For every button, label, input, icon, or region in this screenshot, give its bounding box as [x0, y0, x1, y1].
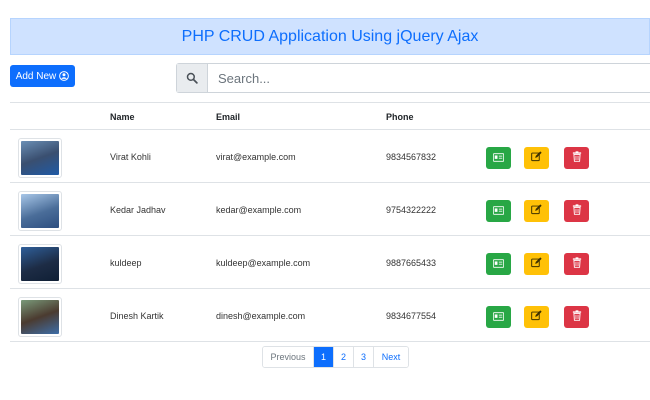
edit-button[interactable] [524, 147, 549, 169]
id-card-icon [492, 149, 505, 167]
add-new-label: Add New [15, 70, 57, 82]
search-group [176, 63, 650, 93]
view-button[interactable] [486, 147, 511, 169]
add-new-button[interactable]: Add New [10, 65, 75, 87]
edit-icon [531, 202, 542, 220]
cell-email: kedar@example.com [216, 204, 302, 215]
trash-icon [572, 202, 582, 220]
user-circle-icon [59, 71, 70, 81]
trash-icon [572, 255, 582, 273]
column-header-email: Email [216, 112, 241, 122]
table-row: kuldeep kuldeep@example.com 9887665433 [10, 236, 650, 289]
delete-button[interactable] [564, 253, 589, 275]
avatar [18, 138, 62, 178]
id-card-icon [492, 308, 505, 326]
table-row: Dinesh Kartik dinesh@example.com 9834677… [10, 289, 650, 342]
view-button[interactable] [486, 253, 511, 275]
pagination-page-3[interactable]: 3 [354, 347, 374, 367]
avatar [18, 191, 62, 231]
pagination-page-2[interactable]: 2 [334, 347, 354, 367]
table-row: Kedar Jadhav kedar@example.com 975432222… [10, 183, 650, 236]
edit-button[interactable] [524, 253, 549, 275]
edit-icon [531, 149, 542, 167]
avatar [18, 244, 62, 284]
cell-name: Dinesh Kartik [110, 310, 164, 321]
pagination-next[interactable]: Next [374, 347, 408, 367]
users-table: Name Email Phone Virat Kohli virat@examp… [10, 102, 650, 342]
delete-button[interactable] [564, 147, 589, 169]
search-input[interactable] [208, 64, 650, 92]
cell-email: dinesh@example.com [216, 310, 306, 321]
id-card-icon [492, 202, 505, 220]
edit-button[interactable] [524, 306, 549, 328]
column-header-phone: Phone [386, 112, 414, 122]
table-row: Virat Kohli virat@example.com 9834567832 [10, 130, 650, 183]
table-header: Name Email Phone [10, 102, 650, 130]
delete-button[interactable] [564, 306, 589, 328]
column-header-name: Name [110, 112, 135, 122]
cell-phone: 9887665433 [386, 257, 437, 268]
cell-email: virat@example.com [216, 151, 296, 162]
cell-phone: 9834567832 [386, 151, 437, 162]
cell-phone: 9754322222 [386, 204, 437, 215]
pagination: Previous 1 2 3 Next [262, 346, 409, 368]
cell-name: Virat Kohli [110, 151, 151, 162]
header-banner: PHP CRUD Application Using jQuery Ajax [10, 18, 650, 55]
search-icon [177, 64, 208, 92]
cell-name: Kedar Jadhav [110, 204, 166, 215]
view-button[interactable] [486, 306, 511, 328]
edit-icon [531, 308, 542, 326]
edit-button[interactable] [524, 200, 549, 222]
trash-icon [572, 308, 582, 326]
delete-button[interactable] [564, 200, 589, 222]
page-title: PHP CRUD Application Using jQuery Ajax [181, 27, 479, 45]
pagination-page-1[interactable]: 1 [314, 347, 334, 367]
trash-icon [572, 149, 582, 167]
avatar [18, 297, 62, 337]
cell-phone: 9834677554 [386, 310, 437, 321]
view-button[interactable] [486, 200, 511, 222]
edit-icon [531, 255, 542, 273]
pagination-previous[interactable]: Previous [263, 347, 314, 367]
cell-email: kuldeep@example.com [216, 257, 311, 268]
cell-name: kuldeep [110, 257, 142, 268]
id-card-icon [492, 255, 505, 273]
